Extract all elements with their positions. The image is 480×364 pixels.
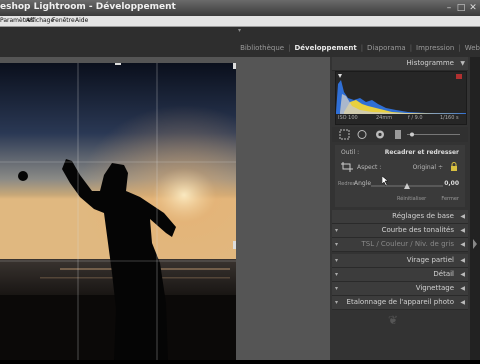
panel-collapse-indicator[interactable]: ▾ xyxy=(238,27,241,34)
panel-switch-icon[interactable]: ▾ xyxy=(335,241,338,248)
expand-arrow-icon: ◀ xyxy=(460,241,465,248)
module-print[interactable]: Impression xyxy=(416,44,454,52)
menu-fenetre[interactable]: Fenêtre xyxy=(52,16,75,26)
histogram-graph: ISO 100 24mm f / 9.0 1/160 s xyxy=(335,71,467,125)
panel-vignetting[interactable]: ▾ Vignettage ◀ xyxy=(332,282,468,296)
panel-hsl[interactable]: ▾ TSL / Couleur / Niv. de gris ◀ xyxy=(332,238,468,252)
highlight-clip-icon xyxy=(456,74,462,79)
panel-split-toning-label: Virage partiel xyxy=(406,256,454,264)
crop-frame-icon[interactable] xyxy=(341,162,353,172)
reset-button[interactable]: Réinitialiser xyxy=(397,196,426,202)
histo-shutter: 1/160 s xyxy=(440,115,459,121)
spot-removal-icon xyxy=(357,130,367,139)
tool-icons xyxy=(339,129,460,140)
panel-vignetting-label: Vignettage xyxy=(415,284,454,292)
crop-tool-icon xyxy=(339,129,350,140)
menu-aide[interactable]: Aide xyxy=(75,16,88,26)
brush-slider-thumb xyxy=(410,132,414,137)
module-picker: Bibliothèque | Développement | Diaporama | Imp… xyxy=(240,44,480,54)
window-title: eshop Lightroom - Développement xyxy=(0,2,176,12)
sunset-photo xyxy=(0,63,236,360)
histogram-title: Histogramme xyxy=(406,59,454,67)
expand-arrow-icon: ◀ xyxy=(460,271,465,278)
maximize-button[interactable]: □ xyxy=(456,3,466,13)
menu-bar: Paramètres Affichage Fenêtre Aide xyxy=(0,16,480,27)
panel-switch-icon[interactable]: ▾ xyxy=(335,285,338,292)
panel-camera-calibration-label: Etalonnage de l'appareil photo xyxy=(346,298,454,306)
shadow-clip-icon xyxy=(338,74,342,78)
module-slideshow[interactable]: Diaporama xyxy=(367,44,406,52)
mouse-cursor-icon xyxy=(382,176,389,186)
panel-hsl-label: TSL / Couleur / Niv. de gris xyxy=(361,240,454,248)
collapse-arrow-icon: ▼ xyxy=(460,60,465,67)
panel-switch-icon[interactable]: ▾ xyxy=(335,299,338,306)
crop-panel: Outil : Recadrer et redresser Aspect : O… xyxy=(335,145,465,207)
close-button[interactable]: ✕ xyxy=(468,3,478,13)
histogram-header[interactable]: Histogramme ▼ xyxy=(332,57,468,71)
title-bar: eshop Lightroom - Développement – □ ✕ xyxy=(0,0,480,16)
histo-iso: ISO 100 xyxy=(338,115,358,121)
panel-tone-curve-label: Courbe des tonalités xyxy=(381,226,454,234)
tool-strip xyxy=(332,127,468,142)
crop-panel-title: Recadrer et redresser xyxy=(384,149,459,156)
panel-switch-icon[interactable]: ▾ xyxy=(335,257,338,264)
panel-basic[interactable]: Réglages de base ◀ xyxy=(332,210,468,224)
menu-affichage[interactable]: Affichage xyxy=(26,16,54,26)
straighten-label[interactable]: Redres xyxy=(338,181,355,187)
expand-arrow-icon: ◀ xyxy=(460,227,465,234)
module-separator: | xyxy=(288,44,291,52)
histo-aperture: f / 9.0 xyxy=(408,115,423,121)
panel-switch-icon[interactable]: ▾ xyxy=(335,227,338,234)
panel-camera-calibration[interactable]: ▾ Etalonnage de l'appareil photo ◀ xyxy=(332,296,468,310)
graduated-filter-icon xyxy=(395,130,401,139)
right-edge-arrow[interactable] xyxy=(470,57,480,360)
panel-detail-label: Détail xyxy=(433,270,454,278)
angle-value: 0,00 xyxy=(444,180,459,187)
aspect-label: Aspect : xyxy=(357,164,382,171)
tool-label: Outil : xyxy=(341,149,360,156)
panel-detail[interactable]: ▾ Détail ◀ xyxy=(332,268,468,282)
module-separator: | xyxy=(360,44,364,52)
module-separator: | xyxy=(458,44,461,52)
module-develop[interactable]: Développement xyxy=(294,44,356,52)
expand-arrow-icon: ◀ xyxy=(460,257,465,264)
module-separator: | xyxy=(409,44,413,52)
histo-focal: 24mm xyxy=(376,115,393,121)
panel-tone-curve[interactable]: ▾ Courbe des tonalités ◀ xyxy=(332,224,468,238)
panel-split-toning[interactable]: ▾ Virage partiel ◀ xyxy=(332,254,468,268)
angle-label: Angle xyxy=(354,180,372,187)
expand-arrow-icon: ◀ xyxy=(460,299,465,306)
close-crop-button[interactable]: Fermer xyxy=(441,196,459,202)
photo-canvas[interactable] xyxy=(0,63,236,360)
aspect-select[interactable]: Original ÷ xyxy=(413,164,443,171)
panel-basic-label: Réglages de base xyxy=(392,212,454,220)
expand-arrow-icon: ◀ xyxy=(460,285,465,292)
right-panel-edge xyxy=(470,57,480,360)
module-web[interactable]: Web xyxy=(465,44,480,52)
module-library[interactable]: Bibliothèque xyxy=(240,44,284,52)
panel-switch-icon[interactable]: ▾ xyxy=(335,271,338,278)
panel-end-ornament: ❦ xyxy=(388,313,399,327)
expand-arrow-icon: ◀ xyxy=(460,213,465,220)
minimize-button[interactable]: – xyxy=(444,3,454,13)
lock-icon[interactable] xyxy=(450,162,458,172)
